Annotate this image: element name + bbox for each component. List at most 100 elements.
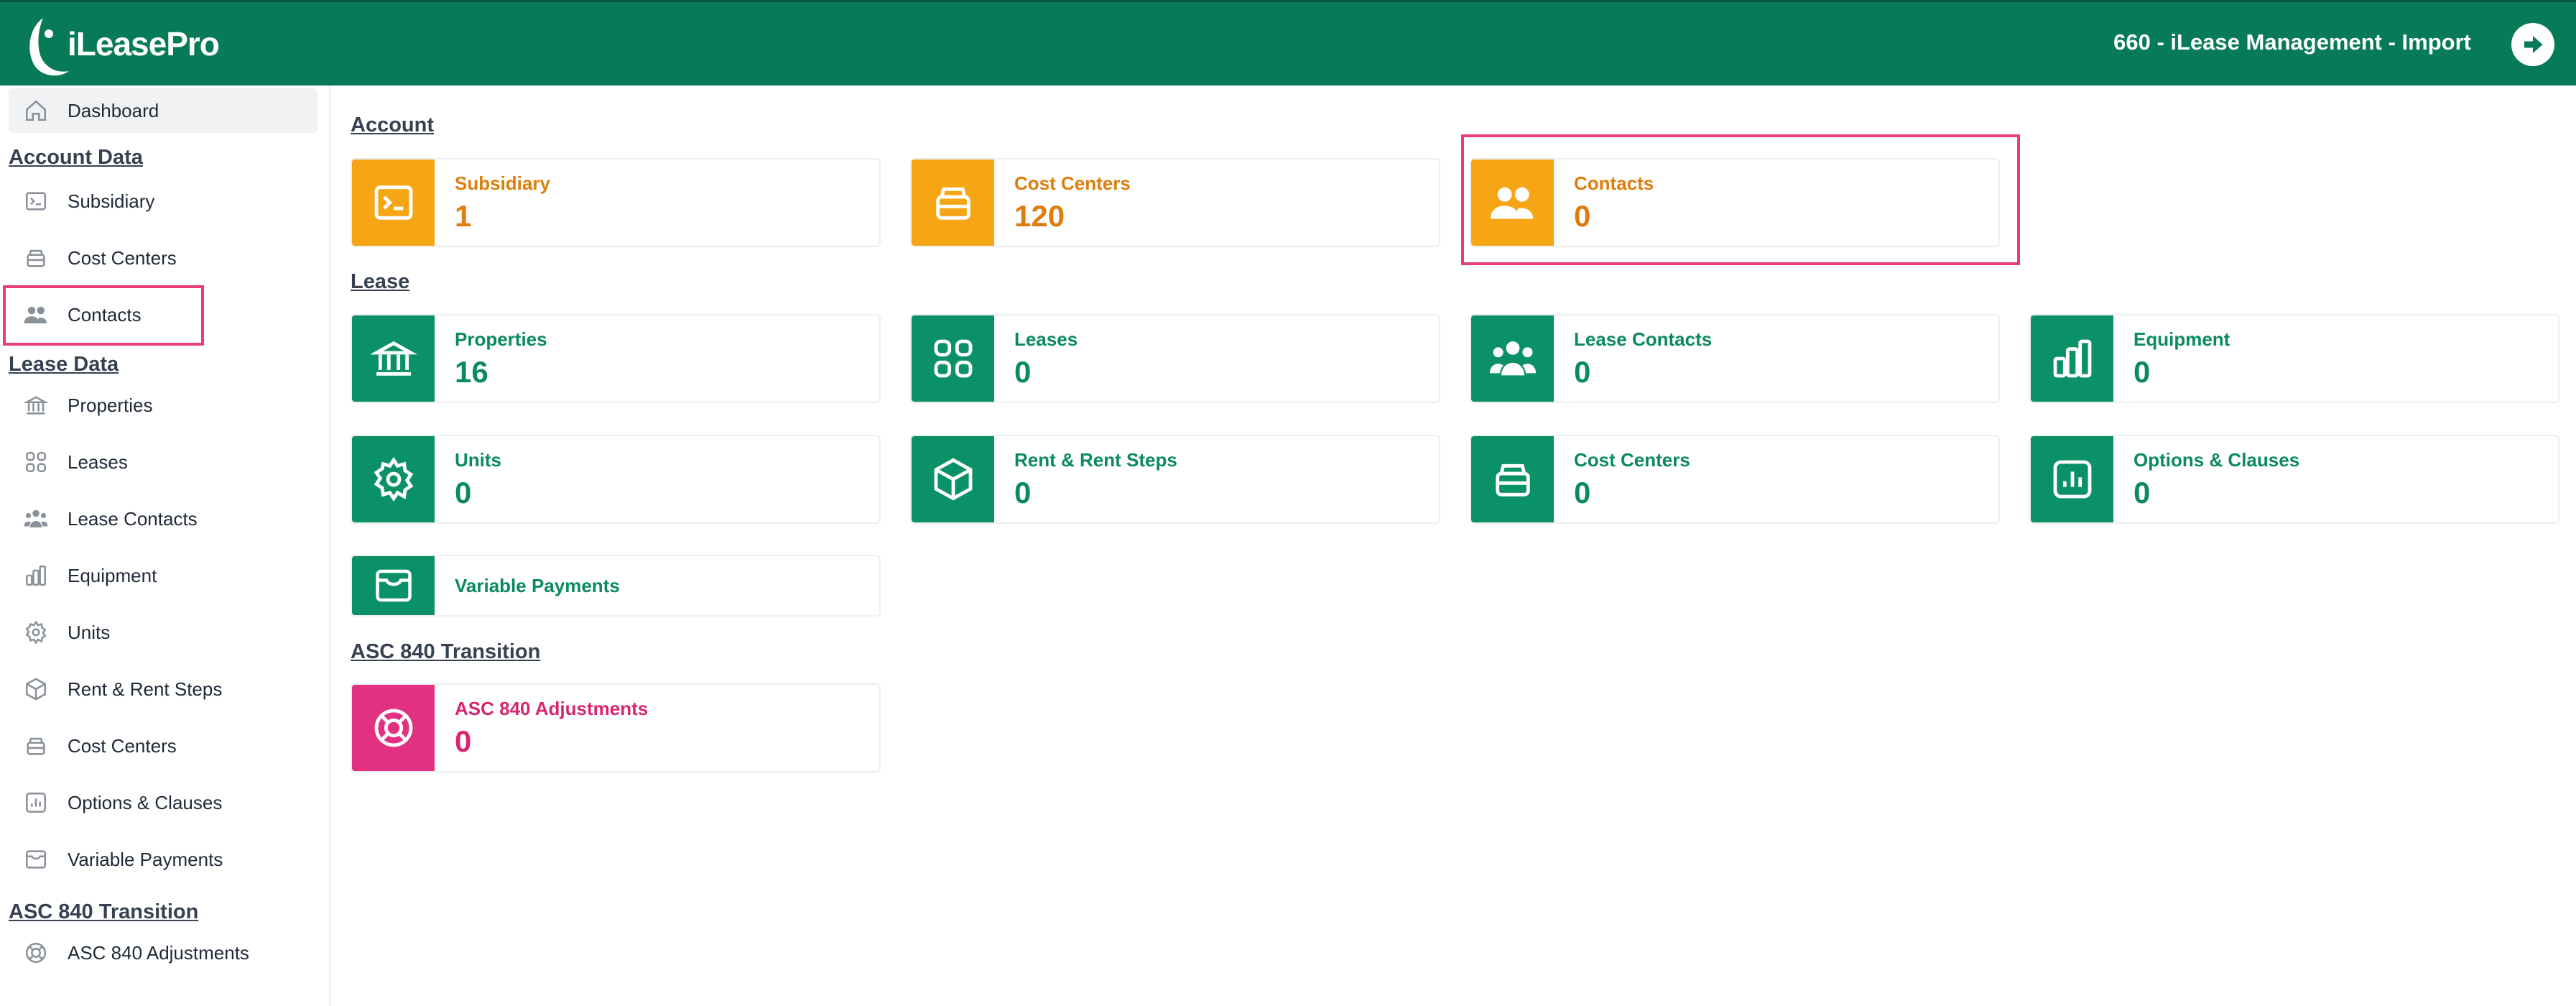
account-title: 660 - iLease Management - Import xyxy=(2113,29,2471,55)
sidebar-item-variable-payments[interactable]: Variable Payments xyxy=(9,837,318,882)
highlight-box-sidebar xyxy=(3,285,204,346)
card-cost-centers[interactable]: Cost Centers 120 xyxy=(910,158,1440,247)
archive-icon xyxy=(20,242,52,274)
card-subsidiary[interactable]: Subsidiary 1 xyxy=(351,158,881,247)
sidebar-item-options-clauses[interactable]: Options & Clauses xyxy=(9,780,318,825)
sidebar-item-dashboard[interactable]: Dashboard xyxy=(9,88,318,133)
sidebar-item-properties[interactable]: Properties xyxy=(9,383,318,428)
gear-icon xyxy=(352,436,435,522)
sidebar-item-subsidiary[interactable]: Subsidiary xyxy=(9,179,318,223)
card-value: 0 xyxy=(1014,475,1032,509)
chart-square-icon xyxy=(2031,436,2113,522)
card-label: Cost Centers xyxy=(1574,448,1690,471)
logout-button[interactable] xyxy=(2511,23,2554,66)
card-value: 0 xyxy=(1574,475,1591,509)
chart-square-icon xyxy=(20,787,52,818)
bar-chart-icon xyxy=(2031,315,2113,402)
card-label: Leases xyxy=(1014,328,1078,350)
card-label: Cost Centers xyxy=(1014,172,1131,194)
home-icon xyxy=(20,95,52,126)
sidebar-item-units[interactable]: Units xyxy=(9,610,318,655)
card-value: 0 xyxy=(1574,354,1591,389)
archive-icon xyxy=(912,160,994,246)
sidebar-item-equipment[interactable]: Equipment xyxy=(9,553,318,598)
sidebar-item-label: Variable Payments xyxy=(68,848,223,870)
box-icon xyxy=(20,673,52,705)
sidebar-item-label: Equipment xyxy=(68,564,157,586)
bar-chart-icon xyxy=(20,560,52,591)
sidebar-item-label: Cost Centers xyxy=(68,246,177,269)
wallet-icon xyxy=(352,556,435,615)
sidebar-item-label: Subsidiary xyxy=(68,190,155,212)
card-cost-centers-lease[interactable]: Cost Centers 0 xyxy=(1470,435,2000,524)
sidebar-item-asc-840-adjustments[interactable]: ASC 840 Adjustments xyxy=(9,931,318,975)
archive-icon xyxy=(20,730,52,762)
gear-icon xyxy=(20,617,52,648)
sidebar-item-cost-centers-lease[interactable]: Cost Centers xyxy=(9,724,318,768)
card-equipment[interactable]: Equipment 0 xyxy=(2029,314,2559,403)
terminal-icon xyxy=(20,185,52,217)
card-value: 1 xyxy=(455,198,472,233)
top-bar: iLeasePro 660 - iLease Management - Impo… xyxy=(0,0,2576,86)
lifebuoy-icon xyxy=(20,937,52,969)
grid-icon xyxy=(20,446,52,478)
lifebuoy-icon xyxy=(352,685,435,771)
card-label: ASC 840 Adjustments xyxy=(455,697,649,719)
account-data-heading: Account Data xyxy=(9,146,143,169)
logo[interactable]: iLeasePro xyxy=(22,8,220,80)
grid-icon xyxy=(912,315,994,402)
sidebar-item-label: Dashboard xyxy=(68,99,159,121)
sidebar-item-label: Leases xyxy=(68,451,128,473)
sidebar-item-cost-centers[interactable]: Cost Centers xyxy=(9,236,318,280)
card-label: Equipment xyxy=(2133,328,2230,350)
arrow-right-icon xyxy=(2524,36,2543,53)
card-value: 0 xyxy=(455,475,472,509)
card-value: 16 xyxy=(455,354,488,389)
card-properties[interactable]: Properties 16 xyxy=(351,314,881,403)
sidebar-item-label: Cost Centers xyxy=(68,734,177,757)
sidebar-item-leases[interactable]: Leases xyxy=(9,440,318,484)
card-label: Subsidiary xyxy=(455,172,550,194)
card-asc-840-adjustments[interactable]: ASC 840 Adjustments 0 xyxy=(351,683,881,772)
sidebar-item-label: Options & Clauses xyxy=(68,791,223,813)
card-label: Variable Payments xyxy=(455,574,620,596)
sidebar-item-label: Rent & Rent Steps xyxy=(68,678,223,700)
card-leases[interactable]: Leases 0 xyxy=(910,314,1440,403)
card-value: 0 xyxy=(1014,354,1032,389)
card-units[interactable]: Units 0 xyxy=(351,435,881,524)
box-icon xyxy=(912,436,994,522)
card-lease-contacts[interactable]: Lease Contacts 0 xyxy=(1470,314,2000,403)
card-label: Lease Contacts xyxy=(1574,328,1713,350)
card-value: 0 xyxy=(2133,354,2151,389)
sidebar-item-label: Units xyxy=(68,621,111,643)
card-rent-steps[interactable]: Rent & Rent Steps 0 xyxy=(910,435,1440,524)
terminal-icon xyxy=(352,160,435,246)
section-title-lease: Lease xyxy=(351,270,410,293)
highlight-box-contacts-card xyxy=(1461,134,2020,265)
section-title-account: Account xyxy=(351,114,434,137)
card-value: 120 xyxy=(1014,198,1065,233)
bank-icon xyxy=(20,389,52,421)
card-label: Rent & Rent Steps xyxy=(1014,448,1177,471)
sidebar-item-label: ASC 840 Adjustments xyxy=(68,941,249,964)
sidebar-item-label: Properties xyxy=(68,394,153,416)
bank-icon xyxy=(352,315,435,402)
archive-icon xyxy=(1471,436,1554,522)
asc-840-heading: ASC 840 Transition xyxy=(9,900,199,923)
group-icon xyxy=(20,503,52,535)
group-icon xyxy=(1471,315,1554,402)
card-options-clauses[interactable]: Options & Clauses 0 xyxy=(2029,435,2559,524)
logo-mark-icon xyxy=(29,18,69,76)
sidebar-item-lease-contacts[interactable]: Lease Contacts xyxy=(9,497,318,541)
sidebar-item-rent-steps[interactable]: Rent & Rent Steps xyxy=(9,667,318,711)
card-label: Options & Clauses xyxy=(2133,448,2300,471)
card-label: Units xyxy=(455,448,501,471)
sidebar-item-label: Lease Contacts xyxy=(68,507,198,530)
section-title-asc-840: ASC 840 Transition xyxy=(351,640,541,663)
sidebar: Dashboard Account Data Subsidiary Cost C… xyxy=(0,86,330,1006)
lease-data-heading: Lease Data xyxy=(9,353,119,376)
card-variable-payments[interactable]: Variable Payments xyxy=(351,555,881,617)
wallet-icon xyxy=(20,844,52,875)
card-value: 0 xyxy=(2133,475,2151,509)
brand-name: iLeasePro xyxy=(68,25,220,63)
